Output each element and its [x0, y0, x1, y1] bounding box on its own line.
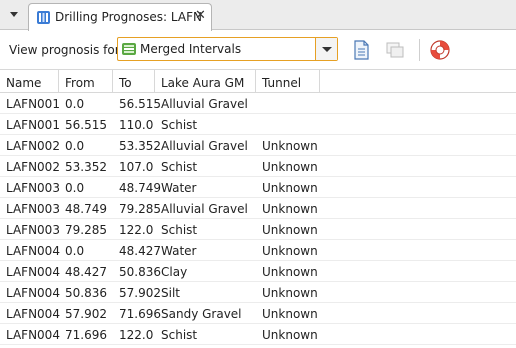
cell-lake-aura-gm: Water [161, 181, 197, 195]
cell-name: LAFN004 [6, 265, 60, 279]
cell-lake-aura-gm: Schist [161, 160, 198, 174]
cell-tunnel: Unknown [262, 307, 318, 321]
table-row[interactable]: LAFN004 71.696 122.0 Schist Unknown [0, 324, 516, 345]
cell-from: 0.0 [65, 244, 85, 258]
cell-tunnel: Unknown [262, 139, 318, 153]
tab-list-menu-icon[interactable] [8, 9, 20, 21]
cell-to: 50.836 [119, 265, 161, 279]
column-header-tunnel[interactable]: Tunnel [256, 70, 320, 92]
table-row[interactable]: LAFN002 53.352 107.0 Schist Unknown [0, 156, 516, 177]
cell-tunnel: Unknown [262, 328, 318, 342]
cell-from: 48.749 [65, 202, 107, 216]
drilling-prognosis-icon [36, 10, 51, 25]
cell-to: 48.749 [119, 181, 161, 195]
cell-to: 48.427 [119, 244, 161, 258]
view-prognosis-label: View prognosis for: [9, 43, 124, 57]
chevron-down-icon[interactable] [315, 38, 337, 60]
cell-to: 53.352 [119, 139, 161, 153]
cell-name: LAFN002 [6, 139, 60, 153]
table-body: LAFN001 0.0 56.515 Alluvial Gravel LAFN001 56… [0, 93, 516, 345]
cell-to: 56.515 [119, 97, 161, 111]
cell-lake-aura-gm: Schist [161, 328, 198, 342]
cell-to: 122.0 [119, 223, 154, 237]
editor-tab-strip: Drilling Prognoses: LAFN ✕ [0, 0, 516, 31]
cell-to: 122.0 [119, 328, 154, 342]
cell-to: 71.696 [119, 307, 161, 321]
cell-name: LAFN004 [6, 307, 60, 321]
selected-prognosis: Merged Intervals [140, 42, 242, 56]
column-header-lake-aura-gm[interactable]: Lake Aura GM [155, 70, 256, 92]
cell-tunnel: Unknown [262, 202, 318, 216]
table-row[interactable]: LAFN002 0.0 53.352 Alluvial Gravel Unknown [0, 135, 516, 156]
cell-name: LAFN003 [6, 223, 60, 237]
table-row[interactable]: LAFN004 50.836 57.902 Silt Unknown [0, 282, 516, 303]
cell-from: 0.0 [65, 139, 85, 153]
cell-lake-aura-gm: Alluvial Gravel [161, 139, 248, 153]
table-row[interactable]: LAFN001 56.515 110.0 Schist [0, 114, 516, 135]
cell-to: 107.0 [119, 160, 154, 174]
tab-title: Drilling Prognoses: LAFN [55, 10, 202, 24]
cell-lake-aura-gm: Sandy Gravel [161, 307, 242, 321]
close-icon[interactable]: ✕ [195, 9, 206, 23]
column-header-name[interactable]: Name [0, 70, 59, 92]
cell-tunnel: Unknown [262, 244, 318, 258]
table-row[interactable]: LAFN003 48.749 79.285 Alluvial Gravel Unknow… [0, 198, 516, 219]
cell-name: LAFN004 [6, 244, 60, 258]
tab-drilling-prognoses[interactable]: Drilling Prognoses: LAFN ✕ [28, 3, 212, 31]
cell-from: 0.0 [65, 97, 85, 111]
merged-intervals-icon [121, 41, 137, 57]
table-row[interactable]: LAFN003 79.285 122.0 Schist Unknown [0, 219, 516, 240]
cell-name: LAFN003 [6, 181, 60, 195]
cell-lake-aura-gm: Silt [161, 286, 180, 300]
cell-tunnel: Unknown [262, 160, 318, 174]
cell-from: 56.515 [65, 118, 107, 132]
cell-to: 57.902 [119, 286, 161, 300]
prognosis-table: Name From To Lake Aura GM Tunnel LAFN001… [0, 69, 516, 348]
cell-name: LAFN002 [6, 160, 60, 174]
prognosis-select[interactable]: Merged Intervals [117, 37, 338, 61]
cell-lake-aura-gm: Schist [161, 118, 198, 132]
cell-tunnel: Unknown [262, 181, 318, 195]
cell-name: LAFN004 [6, 328, 60, 342]
toolbar-separator [419, 39, 420, 61]
cell-from: 71.696 [65, 328, 107, 342]
cell-to: 79.285 [119, 202, 161, 216]
cell-name: LAFN001 [6, 97, 60, 111]
table-row[interactable]: LAFN003 0.0 48.749 Water Unknown [0, 177, 516, 198]
cell-tunnel: Unknown [262, 286, 318, 300]
cell-lake-aura-gm: Water [161, 244, 197, 258]
cell-name: LAFN004 [6, 286, 60, 300]
prognosis-toolbar: View prognosis for: Merged Intervals [0, 31, 516, 69]
cell-name: LAFN003 [6, 202, 60, 216]
copy-disabled-icon[interactable] [384, 39, 406, 61]
cell-from: 48.427 [65, 265, 107, 279]
cell-lake-aura-gm: Schist [161, 223, 198, 237]
cell-from: 50.836 [65, 286, 107, 300]
cell-tunnel: Unknown [262, 265, 318, 279]
table-row[interactable]: LAFN004 57.902 71.696 Sandy Gravel Unknown [0, 303, 516, 324]
table-row[interactable]: LAFN004 48.427 50.836 Clay Unknown [0, 261, 516, 282]
cell-lake-aura-gm: Alluvial Gravel [161, 97, 248, 111]
cell-name: LAFN001 [6, 118, 60, 132]
table-row[interactable]: LAFN004 0.0 48.427 Water Unknown [0, 240, 516, 261]
help-lifebuoy-icon[interactable] [429, 39, 451, 61]
table-row[interactable]: LAFN001 0.0 56.515 Alluvial Gravel [0, 93, 516, 114]
cell-to: 110.0 [119, 118, 154, 132]
column-header-from[interactable]: From [59, 70, 113, 92]
cell-lake-aura-gm: Clay [161, 265, 188, 279]
cell-from: 79.285 [65, 223, 107, 237]
document-icon[interactable] [350, 39, 372, 61]
cell-from: 57.902 [65, 307, 107, 321]
cell-tunnel: Unknown [262, 223, 318, 237]
cell-lake-aura-gm: Alluvial Gravel [161, 202, 248, 216]
table-header: Name From To Lake Aura GM Tunnel [0, 69, 516, 93]
cell-from: 0.0 [65, 181, 85, 195]
column-header-to[interactable]: To [113, 70, 155, 92]
cell-from: 53.352 [65, 160, 107, 174]
